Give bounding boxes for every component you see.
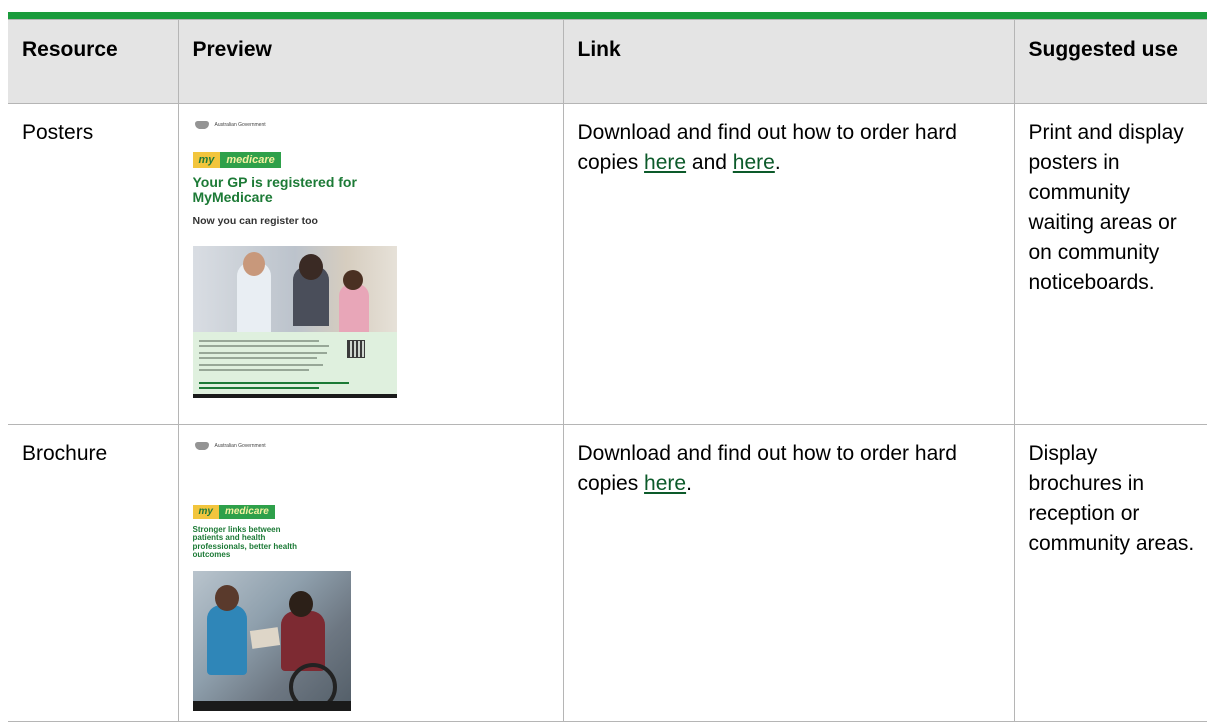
poster-subhead: Now you can register too (192, 215, 318, 228)
brochure-photo (192, 571, 351, 711)
brochure-headline: Stronger links between patients and heal… (192, 525, 297, 560)
logo-my: my (192, 152, 221, 168)
header-suggested-use: Suggested use (1013, 19, 1207, 104)
mymedicare-logo: my medicare (192, 142, 397, 172)
coat-of-arms-icon (193, 441, 211, 451)
poster-info-panel (192, 332, 397, 394)
suggested-use-cell: Display brochures in reception or commun… (1013, 424, 1207, 722)
header-preview: Preview (177, 19, 564, 104)
gov-header: Australian Government (193, 439, 351, 453)
resource-cell: Brochure (8, 424, 179, 722)
link-cell: Download and find out how to order hard … (562, 424, 1015, 722)
gov-label: Australian Government (214, 122, 266, 128)
logo-my: my (192, 505, 219, 519)
poster-cta-line (198, 382, 349, 384)
top-accent-bar (8, 12, 1207, 19)
preview-cell: Australian Government my medicare Strong… (177, 424, 564, 722)
brochure-preview-image: Australian Government my medicare Strong… (192, 439, 351, 711)
header-resource: Resource (8, 19, 179, 104)
poster-preview-image: Australian Government my medicare Your G… (192, 118, 397, 398)
suggested-use-cell: Print and display posters in community w… (1013, 103, 1207, 425)
download-link-1[interactable]: here (644, 151, 686, 174)
logo-medicare: medicare (218, 505, 275, 519)
gov-header: Australian Government (193, 118, 397, 132)
link-cell: Download and find out how to order hard … (562, 103, 1015, 425)
download-link-1[interactable]: here (644, 472, 686, 495)
coat-of-arms-icon (193, 120, 211, 130)
header-link: Link (562, 19, 1015, 104)
gov-label: Australian Government (214, 443, 266, 449)
mymedicare-logo: my medicare (192, 493, 351, 523)
qr-code-icon (346, 340, 365, 358)
poster-headline: Your GP is registered for MyMedicare (192, 174, 357, 205)
header-row: Resource Preview Link Suggested use (8, 19, 1207, 104)
poster-photo (192, 246, 397, 332)
resource-cell: Posters (8, 103, 179, 425)
table-row: Posters Australian Government my medicar… (8, 103, 1207, 425)
resources-table: Resource Preview Link Suggested use Post… (8, 19, 1207, 722)
download-link-2[interactable]: here (733, 151, 775, 174)
preview-cell: Australian Government my medicare Your G… (177, 103, 564, 425)
table-row: Brochure Australian Government my medica… (8, 424, 1207, 722)
logo-medicare: medicare (220, 152, 281, 168)
